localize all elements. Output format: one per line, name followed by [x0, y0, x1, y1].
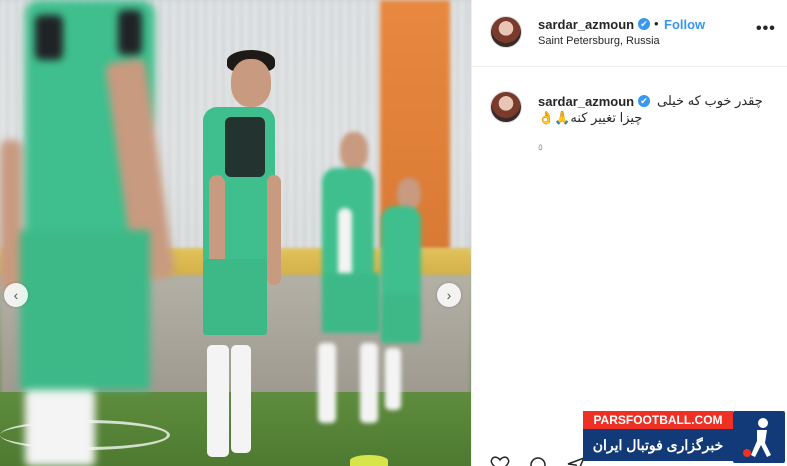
comment-timestamp: ٥ [538, 142, 543, 152]
chevron-right-icon: › [446, 287, 452, 303]
player-logo-icon [733, 411, 785, 463]
comment-icon[interactable] [528, 456, 548, 466]
header-username[interactable]: sardar_azmoun [538, 17, 634, 32]
follow-button[interactable]: Follow [664, 17, 705, 32]
caption-line-1: چقدر خوب که خیلی [657, 93, 763, 108]
avatar[interactable] [490, 16, 522, 48]
foreground-player [0, 0, 180, 466]
watermark-tagline: خبرگزاری فوتبال ایران [583, 429, 733, 461]
caption-line-2: چیزا تغییر کنه🙏👌 [538, 110, 643, 125]
separator-dot: • [654, 16, 659, 31]
heart-icon[interactable] [490, 456, 510, 466]
training-cone [350, 455, 388, 466]
main-player [195, 45, 295, 465]
post-sidebar: sardar_azmoun ✔ • Follow Saint Petersbur… [471, 0, 787, 466]
comment-avatar[interactable] [490, 91, 522, 123]
more-options-icon[interactable]: ••• [756, 20, 776, 38]
carousel-next-button[interactable]: › [437, 283, 461, 307]
watermark-site: PARSFOOTBALL.COM [583, 411, 733, 429]
comment-username[interactable]: sardar_azmoun [538, 94, 634, 109]
post-header: sardar_azmoun ✔ • Follow Saint Petersbur… [472, 0, 787, 67]
parsfootball-watermark: PARSFOOTBALL.COM خبرگزاری فوتبال ایران [583, 411, 787, 466]
verified-badge-icon: ✔ [638, 18, 650, 30]
chevron-left-icon: ‹ [13, 287, 19, 303]
carousel-prev-button[interactable]: ‹ [4, 283, 28, 307]
background-player-far [375, 178, 435, 418]
comment-verified-icon: ✔ [638, 95, 650, 107]
post-photo[interactable]: ‹ › [0, 0, 471, 466]
location-link[interactable]: Saint Petersburg, Russia [538, 35, 660, 47]
